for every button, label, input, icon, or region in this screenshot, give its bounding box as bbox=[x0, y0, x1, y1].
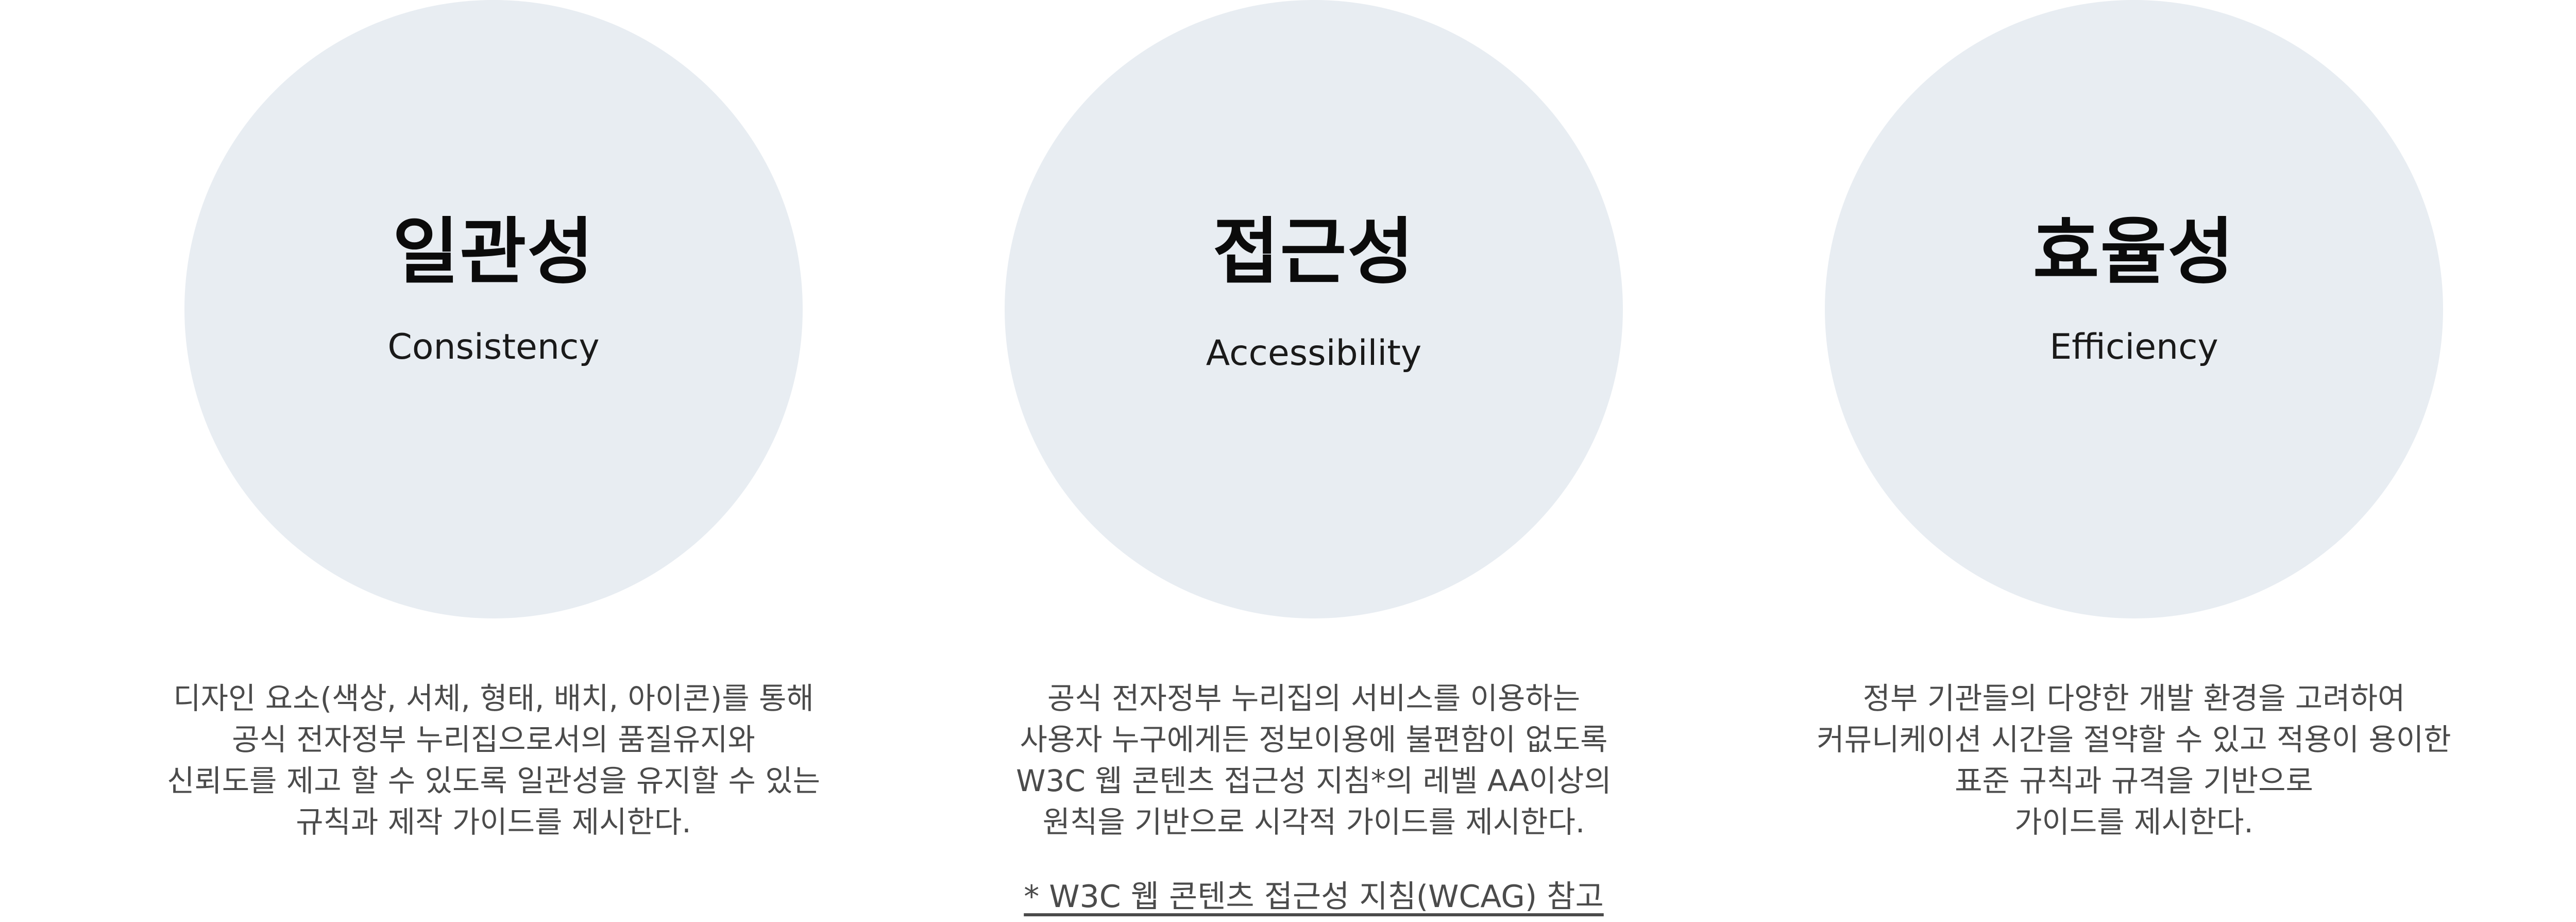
description-line: 표준 규칙과 규격을 기반으로 bbox=[1955, 763, 2313, 798]
description-line: 사용자 누구에게든 정보이용에 불편함이 없도록 bbox=[1020, 722, 1608, 757]
principle-title-en: Consistency bbox=[387, 327, 600, 367]
description-line: 디자인 요소(색상, 서체, 형태, 배치, 아이콘)를 통해 bbox=[173, 681, 814, 716]
description-line: 공식 전자정부 누리집의 서비스를 이용하는 bbox=[1047, 681, 1581, 716]
description-line: 원칙을 기반으로 시각적 가이드를 제시한다. bbox=[1042, 804, 1585, 840]
principle-description: 정부 기관들의 다양한 개발 환경을 고려하여 커뮤니케이션 시간을 절약할 수… bbox=[1773, 678, 2495, 843]
description-line: 커뮤니케이션 시간을 절약할 수 있고 적용이 용이한 bbox=[1817, 722, 2451, 757]
wcag-reference-link[interactable]: * W3C 웹 콘텐츠 접근성 지침(WCAG) 참고 bbox=[953, 876, 1674, 917]
principle-title-en: Efficiency bbox=[2049, 327, 2218, 367]
principle-circle bbox=[1005, 0, 1623, 618]
principle-description: 디자인 요소(색상, 서체, 형태, 배치, 아이콘)를 통해 공식 전자정부 … bbox=[133, 678, 854, 843]
description-line: 가이드를 제시한다. bbox=[2014, 804, 2253, 840]
principle-title-ko: 접근성 bbox=[1212, 210, 1415, 294]
description-line: 정부 기관들의 다양한 개발 환경을 고려하여 bbox=[1862, 681, 2405, 716]
description-line: 공식 전자정부 누리집으로서의 품질유지와 bbox=[232, 722, 755, 757]
description-line: W3C 웹 콘텐츠 접근성 지침*의 레벨 AA이상의 bbox=[1016, 763, 1612, 798]
principle-description: 공식 전자정부 누리집의 서비스를 이용하는 사용자 누구에게든 정보이용에 불… bbox=[953, 678, 1674, 843]
principle-title-ko: 일관성 bbox=[392, 210, 595, 294]
principle-circle bbox=[184, 0, 803, 618]
principle-title-en: Accessibility bbox=[1206, 333, 1422, 374]
principle-title-ko: 효율성 bbox=[2032, 210, 2235, 294]
description-line: 규칙과 제작 가이드를 제시한다. bbox=[296, 804, 691, 840]
description-line: 신뢰도를 제고 할 수 있도록 일관성을 유지할 수 있는 bbox=[166, 763, 821, 798]
principle-circle bbox=[1825, 0, 2443, 618]
